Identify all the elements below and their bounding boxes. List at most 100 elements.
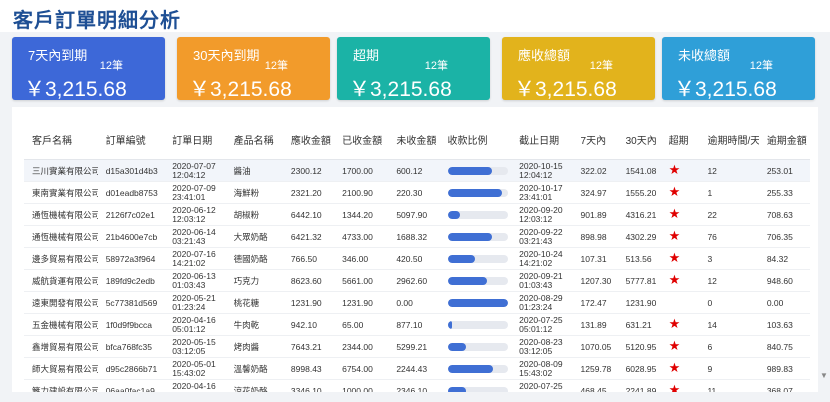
scroll-down-icon[interactable]: ▼: [820, 371, 828, 380]
cell-customer: 邊多貿易有限公司: [24, 247, 98, 270]
ratio-bar-cell: [439, 225, 512, 248]
column-header[interactable]: 已收金額: [334, 119, 389, 160]
cell-deadline: 2020-08-09 15:43:02: [511, 357, 573, 380]
cell-received: 65.00: [334, 313, 389, 336]
cell-due: 766.50: [282, 247, 335, 270]
cell-d7: 898.98: [572, 225, 618, 248]
cell-received: 1344.20: [334, 203, 389, 226]
overdue-star-icon: ★: [668, 250, 681, 265]
cell-customer: 東南實業有限公司: [24, 181, 98, 204]
overdue-cell: ★: [660, 313, 700, 336]
column-header[interactable]: 客戶名稱: [24, 119, 98, 160]
card-amount: ￥3,215.68: [349, 78, 452, 101]
ratio-bar: [447, 342, 508, 351]
cell-d30: 513.56: [617, 247, 661, 270]
cell-d7: 901.89: [572, 203, 618, 226]
card-count: 12筆: [264, 60, 288, 72]
column-header[interactable]: 逾期金額: [758, 119, 810, 160]
column-header[interactable]: 訂單編號: [97, 119, 165, 160]
cell-order: 58972a3f964: [97, 247, 165, 270]
column-header[interactable]: 收款比例: [439, 119, 512, 160]
cell-order: 5c77381d569: [97, 291, 165, 314]
orders-panel: 客戶名稱 訂單編號 訂單日期 產品名稱 應收金額 已收金額 未收金額 收款比例 截止日期 7天內 3…: [12, 107, 820, 392]
cell-customer: 遠東開發有限公司: [24, 291, 98, 314]
cell-due: 2300.12: [282, 159, 335, 182]
ratio-bar-fill: [447, 232, 492, 241]
table-row[interactable]: 通恆機械有限公司 21b4600e7cb 2020-06-14 03:21:43 大眾…: [24, 225, 810, 248]
column-header[interactable]: 未收金額: [388, 119, 440, 160]
cell-days: 11: [699, 379, 759, 392]
cell-d7: 131.89: [572, 313, 618, 336]
table-row[interactable]: 師大貿易有限公司 d95c2866b71 2020-05-01 15:43:02 溫馨…: [24, 357, 810, 380]
summary-card[interactable]: 超期 12筆 ￥3,215.68: [337, 37, 490, 101]
cell-oamount: 706.35: [758, 225, 810, 248]
table-row[interactable]: 五金機械有限公司 1f0d9f9bcca 2020-04-16 05:01:12 牛肉…: [24, 313, 810, 336]
column-header[interactable]: 產品名稱: [225, 119, 283, 160]
cell-customer: 通恆機械有限公司: [24, 203, 98, 226]
cell-deadline: 2020-09-22 03:21:43: [511, 225, 573, 248]
cell-unreceived: 2346.10: [388, 379, 440, 392]
cell-days: 12: [699, 269, 759, 292]
cell-customer: 籬力建設有限公司: [24, 379, 98, 392]
cell-due: 8623.60: [282, 269, 335, 292]
ratio-bar-cell: [439, 335, 512, 358]
cell-order: d01eadb8753: [97, 181, 165, 204]
column-header[interactable]: 截止日期: [511, 119, 573, 160]
cell-unreceived: 1688.32: [388, 225, 440, 248]
card-label: 7天內到期: [28, 48, 88, 63]
overdue-star-icon: ★: [668, 316, 681, 331]
cell-product: 海鮮粉: [225, 181, 283, 204]
cell-d30: 4316.21: [617, 203, 661, 226]
column-header[interactable]: 30天內: [617, 119, 661, 160]
overdue-star-icon: ★: [668, 228, 681, 243]
ratio-bar-cell: [439, 203, 512, 226]
cell-d30: 5777.81: [617, 269, 661, 292]
card-amount: ￥3,215.68: [674, 78, 777, 101]
overdue-cell: ★: [660, 269, 700, 292]
cell-order: bfca768fc35: [97, 335, 165, 358]
vertical-scrollbar[interactable]: ▼: [818, 107, 830, 392]
column-header[interactable]: 應收金額: [282, 119, 335, 160]
table-row[interactable]: 通恆機械有限公司 2126f7c02e1 2020-06-12 12:03:12 胡椒…: [24, 203, 810, 226]
column-header[interactable]: 超期: [660, 119, 700, 160]
cell-unreceived: 420.50: [388, 247, 440, 270]
table-row[interactable]: 鑫增貿易有限公司 bfca768fc35 2020-05-15 03:12:05 烤肉…: [24, 335, 810, 358]
table-row[interactable]: 遠東開發有限公司 5c77381d569 2020-05-21 01:23:24 桃花…: [24, 291, 810, 314]
ratio-bar-cell: [439, 357, 512, 380]
ratio-bar: [447, 254, 508, 263]
summary-card[interactable]: 7天內到期 12筆 ￥3,215.68: [12, 37, 165, 101]
table-row[interactable]: 東南實業有限公司 d01eadb8753 2020-07-09 23:41:01 海鮮…: [24, 181, 810, 204]
summary-card[interactable]: 30天內到期 12筆 ￥3,215.68: [177, 37, 330, 101]
cell-deadline: 2020-08-23 03:12:05: [511, 335, 573, 358]
table-row[interactable]: 三川實業有限公司 d15a301d4b3 2020-07-07 12:04:12 醬油…: [24, 159, 810, 182]
overdue-star-icon: ★: [668, 360, 681, 375]
card-count: 12筆: [749, 60, 773, 72]
cell-due: 6421.32: [282, 225, 335, 248]
column-header[interactable]: 7天內: [572, 119, 618, 160]
table-row[interactable]: 籬力建設有限公司06aa0fac1a92020-04-16 03:05:33涼花…: [24, 379, 810, 392]
table-row[interactable]: 威航貨運有限公司 189fd9c2edb 2020-06-13 01:03:43 巧克…: [24, 269, 810, 292]
column-header[interactable]: 逾期時間/天: [699, 119, 759, 160]
cell-received: 2100.90: [334, 181, 389, 204]
cell-days: 14: [699, 313, 759, 336]
cell-due: 8998.43: [282, 357, 335, 380]
summary-cards: 7天內到期 12筆 ￥3,215.68 30天內到期 12筆 ￥3,215.68 超期 12筆…: [0, 37, 830, 101]
column-header[interactable]: 訂單日期: [164, 119, 226, 160]
cell-days: 76: [699, 225, 759, 248]
cell-deadline: 2020-10-24 14:21:02: [511, 247, 573, 270]
summary-card[interactable]: 未收總額 12筆 ￥3,215.68: [662, 37, 815, 101]
card-count: 12筆: [424, 60, 448, 72]
cell-received: 1231.90: [334, 291, 389, 314]
table-row[interactable]: 邊多貿易有限公司 58972a3f964 2020-07-16 14:21:02 德國…: [24, 247, 810, 270]
ratio-bar-cell: [439, 291, 512, 314]
overdue-cell: ★: [660, 181, 700, 204]
cell-odate: 2020-04-16 03:05:33: [164, 379, 226, 392]
cell-product: 德國奶酪: [225, 247, 283, 270]
cell-odate: 2020-06-14 03:21:43: [164, 225, 226, 248]
cell-d30: 5120.95: [617, 335, 661, 358]
cell-product: 牛肉乾: [225, 313, 283, 336]
cell-received: 346.00: [334, 247, 389, 270]
summary-card[interactable]: 應收總額 12筆 ￥3,215.68: [502, 37, 655, 101]
cell-oamount: 0.00: [758, 291, 810, 314]
cell-deadline: 2020-10-15 12:04:12: [511, 159, 573, 182]
